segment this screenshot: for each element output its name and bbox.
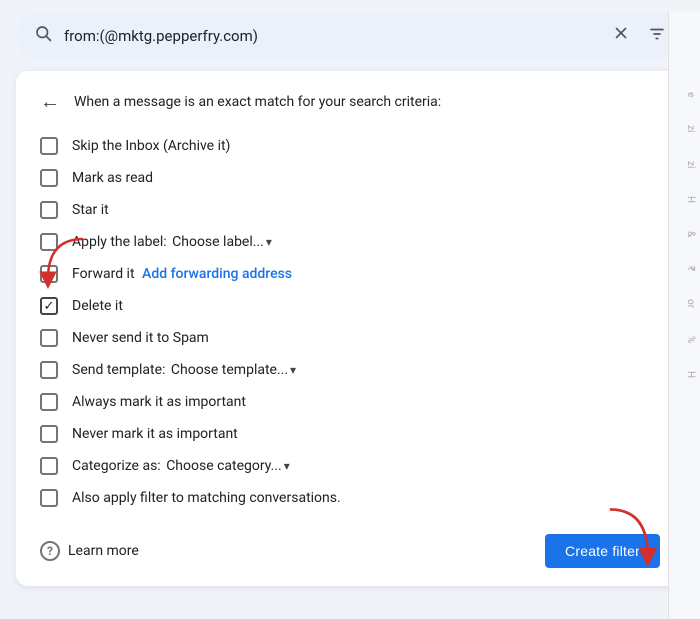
dialog-header: ← When a message is an exact match for y… (40, 89, 660, 114)
list-item: Star it (40, 194, 660, 226)
mark-as-read-label: Mark as read (72, 170, 153, 186)
never-spam-checkbox[interactable] (40, 329, 58, 347)
close-icon[interactable] (606, 22, 636, 49)
list-item: Always mark it as important (40, 386, 660, 418)
categorize-as-checkbox[interactable] (40, 457, 58, 475)
never-spam-label: Never send it to Spam (72, 330, 209, 346)
always-important-label: Always mark it as important (72, 394, 246, 410)
search-icon (34, 24, 52, 47)
filter-icon[interactable] (648, 25, 666, 47)
back-button[interactable]: ← (40, 89, 60, 114)
filter-dialog: ← When a message is an exact match for y… (16, 71, 684, 586)
delete-it-checkbox[interactable] (40, 297, 58, 315)
categorize-as-label: Categorize as: Choose category... ▾ (72, 458, 290, 474)
dialog-title: When a message is an exact match for you… (74, 94, 441, 110)
list-item: Never mark it as important (40, 418, 660, 450)
star-it-checkbox[interactable] (40, 201, 58, 219)
star-it-label: Star it (72, 202, 109, 218)
create-filter-button[interactable]: Create filter (545, 534, 660, 568)
forward-it-checkbox[interactable] (40, 265, 58, 283)
never-important-checkbox[interactable] (40, 425, 58, 443)
forward-it-label: Forward it Add forwarding address (72, 266, 292, 282)
learn-more-text: Learn more (68, 543, 139, 559)
options-list: Skip the Inbox (Archive it) Mark as read… (40, 130, 660, 514)
apply-label-checkbox[interactable] (40, 233, 58, 251)
list-item: Mark as read (40, 162, 660, 194)
right-panel: e zi zi H & ₹ or % H (668, 12, 700, 619)
dropdown-arrow-icon: ▾ (284, 459, 290, 473)
choose-template-dropdown[interactable]: Choose template... ▾ (171, 362, 296, 378)
list-item: Apply the label: Choose label... ▾ (40, 226, 660, 258)
dropdown-arrow-icon: ▾ (290, 363, 296, 377)
dropdown-arrow-icon: ▾ (266, 235, 272, 249)
also-apply-checkbox[interactable] (40, 489, 58, 507)
search-bar: from:(@mktg.pepperfry.com) (16, 12, 684, 59)
apply-label-label: Apply the label: Choose label... ▾ (72, 234, 272, 250)
help-icon: ? (40, 541, 60, 561)
list-item: Delete it (40, 290, 660, 322)
list-item: Skip the Inbox (Archive it) (40, 130, 660, 162)
list-item: Forward it Add forwarding address (40, 258, 660, 290)
skip-inbox-label: Skip the Inbox (Archive it) (72, 138, 230, 154)
learn-more-wrap[interactable]: ? Learn more (40, 541, 139, 561)
list-item: Categorize as: Choose category... ▾ (40, 450, 660, 482)
choose-label-dropdown[interactable]: Choose label... ▾ (172, 234, 272, 250)
always-important-checkbox[interactable] (40, 393, 58, 411)
send-template-checkbox[interactable] (40, 361, 58, 379)
dialog-footer: ? Learn more Create filter (40, 528, 660, 568)
also-apply-label: Also apply filter to matching conversati… (72, 490, 341, 506)
list-item: Send template: Choose template... ▾ (40, 354, 660, 386)
search-query: from:(@mktg.pepperfry.com) (64, 27, 594, 45)
never-important-label: Never mark it as important (72, 426, 238, 442)
add-forwarding-address-link[interactable]: Add forwarding address (142, 266, 292, 282)
choose-category-dropdown[interactable]: Choose category... ▾ (166, 458, 290, 474)
skip-inbox-checkbox[interactable] (40, 137, 58, 155)
delete-it-label: Delete it (72, 298, 123, 314)
list-item: Also apply filter to matching conversati… (40, 482, 660, 514)
send-template-label: Send template: Choose template... ▾ (72, 362, 296, 378)
list-item: Never send it to Spam (40, 322, 660, 354)
mark-as-read-checkbox[interactable] (40, 169, 58, 187)
